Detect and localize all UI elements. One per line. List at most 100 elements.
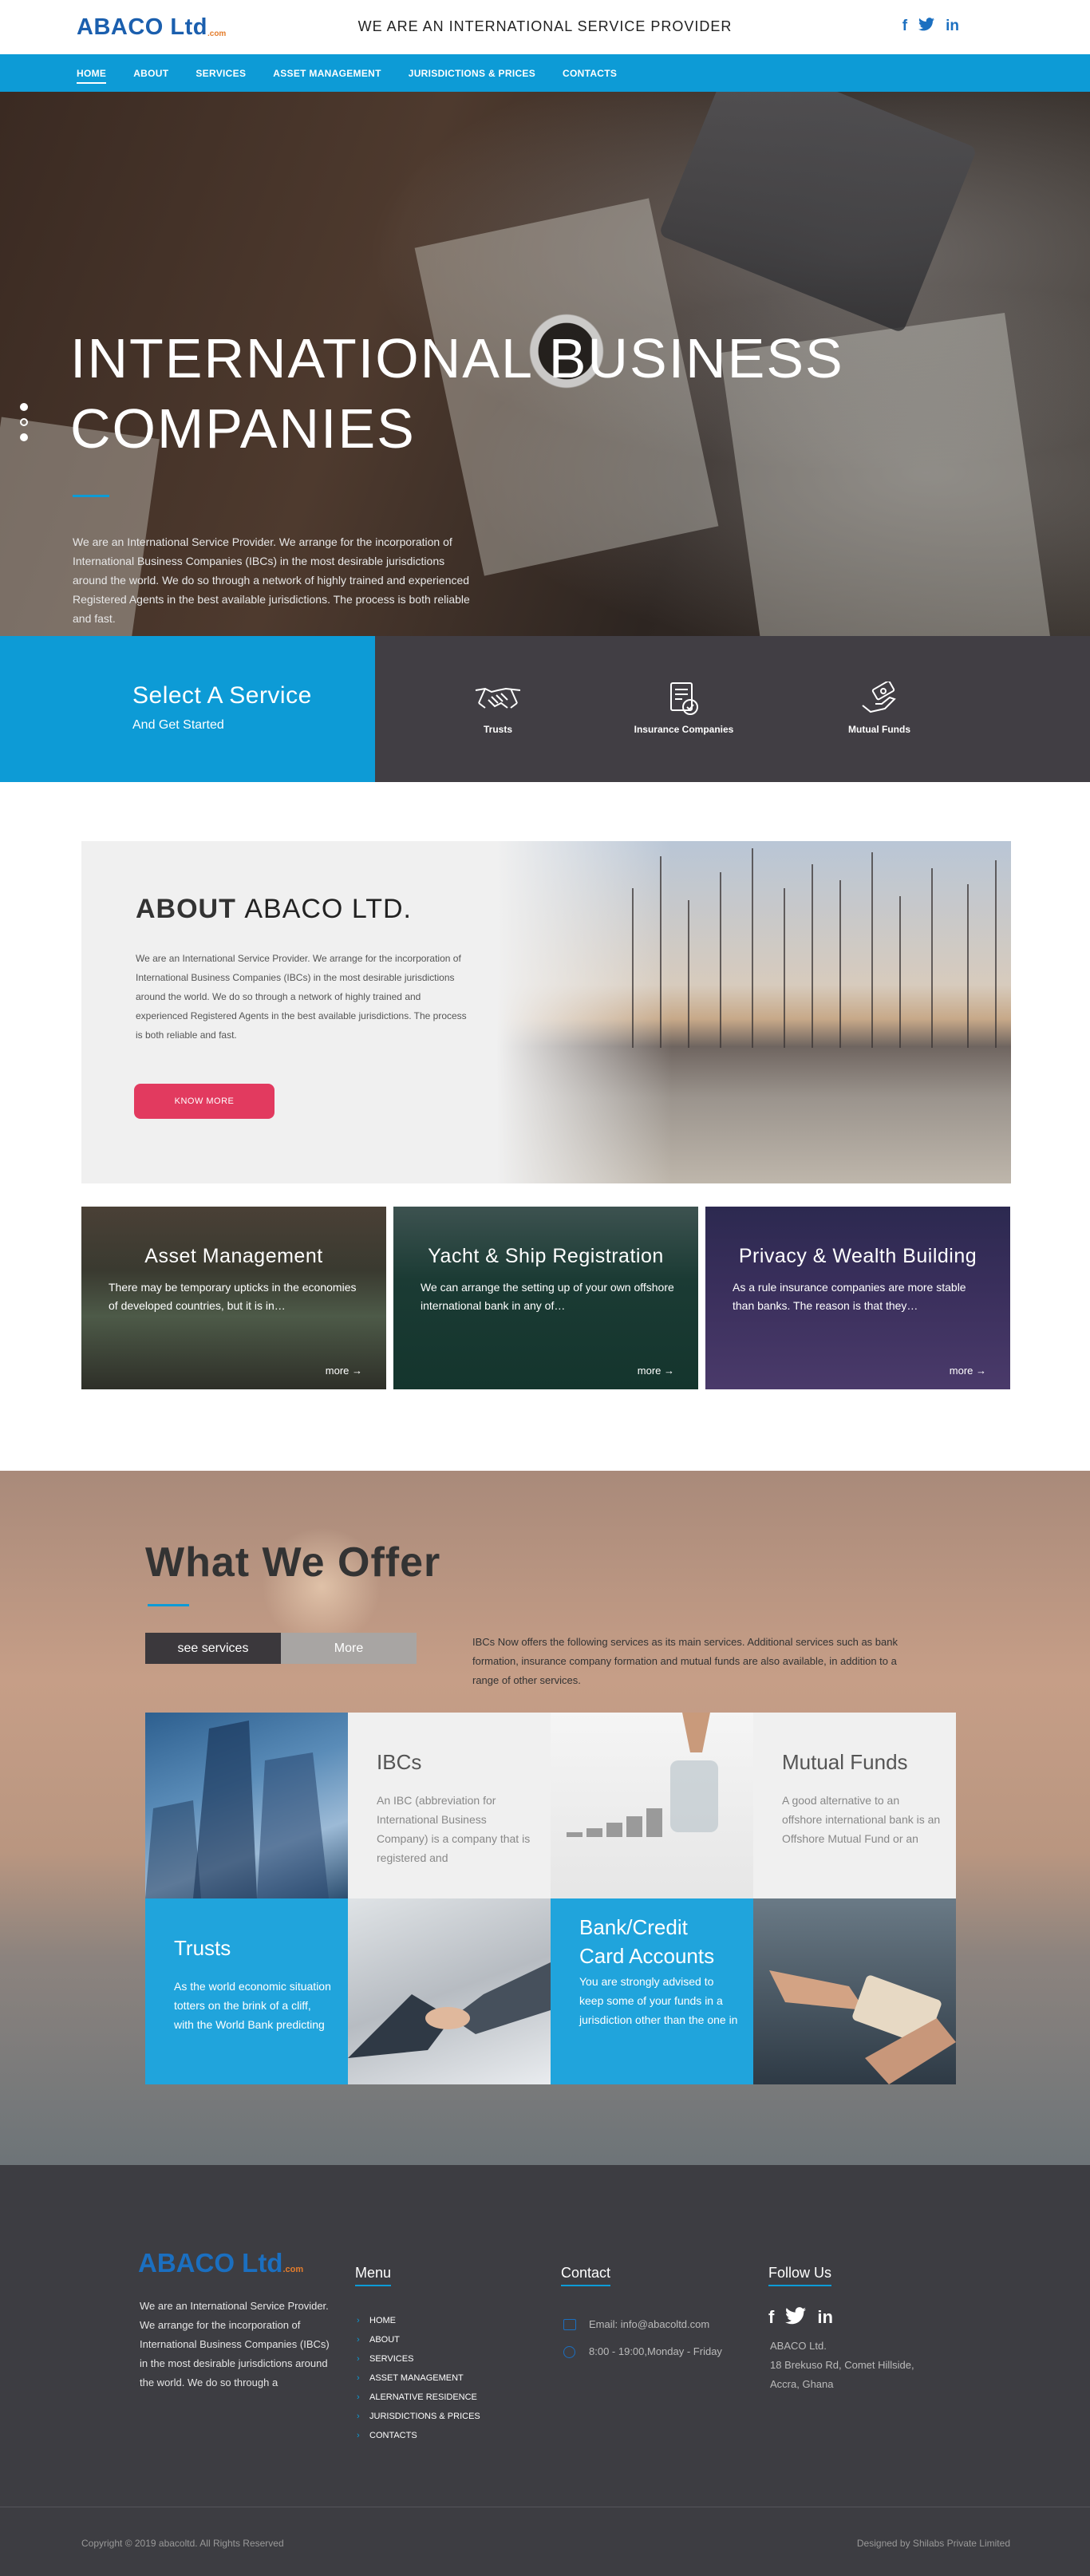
nav-about[interactable]: ABOUT [133,68,168,84]
footer-menu-item[interactable]: HOME [357,2311,480,2330]
nav-jurisdictions-prices[interactable]: JURISDICTIONS & PRICES [409,68,535,84]
card-text: We can arrange the setting up of your ow… [421,1281,674,1312]
header-social-links: f in [902,18,959,36]
copyright: Copyright © 2019 abacoltd. All Rights Re… [81,2538,284,2549]
footer-contact: Email: info@abacoltd.com 8:00 - 19:00,Mo… [563,2311,722,2365]
card-more-link[interactable]: more → [326,1365,362,1377]
more-tab[interactable]: More [281,1633,417,1664]
envelope-icon [563,2319,576,2330]
service-trusts[interactable]: Trusts [438,682,558,735]
see-services-tab[interactable]: see services [145,1633,281,1664]
card-asset-management[interactable]: Asset Management There may be temporary … [81,1207,386,1389]
about-marina-image [496,841,1011,1183]
footer-social-links: f in [768,2307,833,2329]
slider-dot[interactable] [20,403,28,411]
card-more-link[interactable]: more → [638,1365,674,1377]
insurance-document-icon [660,682,708,716]
tile-ibcs[interactable]: IBCs An IBC (abbreviation for Internatio… [348,1713,551,1898]
footer-menu-item[interactable]: CONTACTS [357,2426,480,2445]
card-title: Yacht & Ship Registration [428,1245,664,1267]
about-title: ABOUT ABACO LTD. [136,894,412,925]
card-more-link[interactable]: more → [950,1365,986,1377]
services-strip: Trusts Insurance Companies Mutual Funds [375,636,1090,782]
slider-dot[interactable] [20,418,28,426]
footer-hours: 8:00 - 19:00,Monday - Friday [563,2338,722,2365]
card-text: As a rule insurance companies are more s… [733,1281,966,1312]
tile-trusts[interactable]: Trusts As the world economic situation t… [145,1898,348,2084]
tile-title: IBCs [377,1750,422,1774]
footer-about-text: We are an International Service Provider… [140,2300,330,2388]
select-service-title: Select A Service [132,682,312,709]
skyscraper-image [145,1713,348,1898]
facebook-icon[interactable]: f [768,2307,774,2329]
footer-logo[interactable]: ABACO Ltd.com [138,2248,303,2278]
hand-money-icon [855,682,903,716]
designer-credit[interactable]: Designed by Shilabs Private Limited [857,2538,1010,2549]
slider-dot[interactable] [20,433,28,441]
select-service-subtitle: And Get Started [132,718,224,732]
footer-address: ABACO Ltd. 18 Brekuso Rd, Comet Hillside… [770,2337,946,2394]
card-title: Privacy & Wealth Building [738,1245,977,1267]
nav-services[interactable]: SERVICES [195,68,246,84]
footer-menu-item[interactable]: ASSET MANAGEMENT [357,2369,480,2388]
linkedin-icon[interactable]: in [817,2307,833,2329]
service-insurance-label: Insurance Companies [634,724,734,735]
handshake-image [348,1898,551,2084]
top-header: ABACO Ltd.com WE ARE AN INTERNATIONAL SE… [0,0,1090,54]
twitter-icon[interactable] [918,18,935,36]
footer-menu: HOME ABOUT SERVICES ASSET MANAGEMENT ALE… [357,2311,480,2445]
service-insurance-companies[interactable]: Insurance Companies [624,682,744,735]
offer-description: IBCs Now offers the following services a… [472,1636,898,1686]
footer-hours-text: 8:00 - 19:00,Monday - Friday [589,2345,722,2357]
nav-home[interactable]: HOME [77,68,107,84]
about-title-prefix: ABOUT [136,894,236,924]
money-hands-image [753,1898,956,2084]
footer-menu-item[interactable]: ALERNATIVE RESIDENCE [357,2388,480,2407]
address-line: Accra, Ghana [770,2378,834,2390]
footer-email[interactable]: Email: info@abacoltd.com [563,2311,722,2338]
select-service-panel: Select A Service And Get Started [0,636,375,782]
hero-banner: INTERNATIONAL BUSINESS COMPANIES We are … [0,92,1090,636]
card-text: There may be temporary upticks in the ec… [109,1281,357,1312]
know-more-button[interactable]: KNOW MORE [134,1084,274,1119]
footer-menu-item[interactable]: ABOUT [357,2330,480,2349]
footer-logo-suffix: .com [282,2265,304,2274]
tile-mutual-funds[interactable]: Mutual Funds A good alternative to an of… [753,1713,956,1898]
footer-menu-heading: Menu [355,2265,392,2286]
offer-tabs: see services More [145,1633,417,1664]
nav-asset-management[interactable]: ASSET MANAGEMENT [273,68,381,84]
nav-contacts[interactable]: CONTACTS [563,68,617,84]
hero-divider [73,495,109,497]
about-title-name: ABACO LTD. [244,894,412,924]
linkedin-icon[interactable]: in [946,18,959,36]
service-mutual-funds-label: Mutual Funds [848,724,910,735]
hero-description: We are an International Service Provider… [73,535,470,625]
service-mutual-funds[interactable]: Mutual Funds [819,682,939,735]
hero-title: INTERNATIONAL BUSINESS COMPANIES [70,327,844,460]
what-we-offer-section: What We Offer see services More IBCs Now… [0,1471,1090,2165]
footer-email-text: Email: info@abacoltd.com [589,2318,710,2330]
card-title: Asset Management [144,1245,323,1267]
tile-text: As the world economic situation totters … [174,1980,331,2031]
handshake-icon [474,682,522,716]
about-description: We are an International Service Provider… [136,953,467,1041]
footer-menu-item[interactable]: JURISDICTIONS & PRICES [357,2407,480,2426]
clock-icon [563,2346,575,2358]
coins-jar-image [551,1713,753,1898]
footer-follow-heading: Follow Us [768,2265,832,2286]
twitter-icon[interactable] [785,2307,807,2329]
service-trusts-label: Trusts [483,724,512,735]
facebook-icon[interactable]: f [902,18,907,36]
footer-menu-item[interactable]: SERVICES [357,2349,480,2369]
tile-text: A good alternative to an offshore intern… [782,1794,941,1845]
card-privacy-wealth-building[interactable]: Privacy & Wealth Building As a rule insu… [705,1207,1010,1389]
main-nav: HOME ABOUT SERVICES ASSET MANAGEMENT JUR… [0,54,1090,92]
tile-text: An IBC (abbreviation for International B… [377,1794,531,1864]
offer-divider [148,1604,189,1606]
card-yacht-ship-registration[interactable]: Yacht & Ship Registration We can arrange… [393,1207,698,1389]
tile-bank-credit-card[interactable]: Bank/Credit Card Accounts You are strong… [551,1898,753,2084]
offer-title: What We Offer [145,1539,441,1586]
address-line: ABACO Ltd. [770,2340,827,2352]
address-line: 18 Brekuso Rd, Comet Hillside, [770,2359,914,2371]
tile-title: Bank/Credit Card Accounts [579,1915,715,1968]
